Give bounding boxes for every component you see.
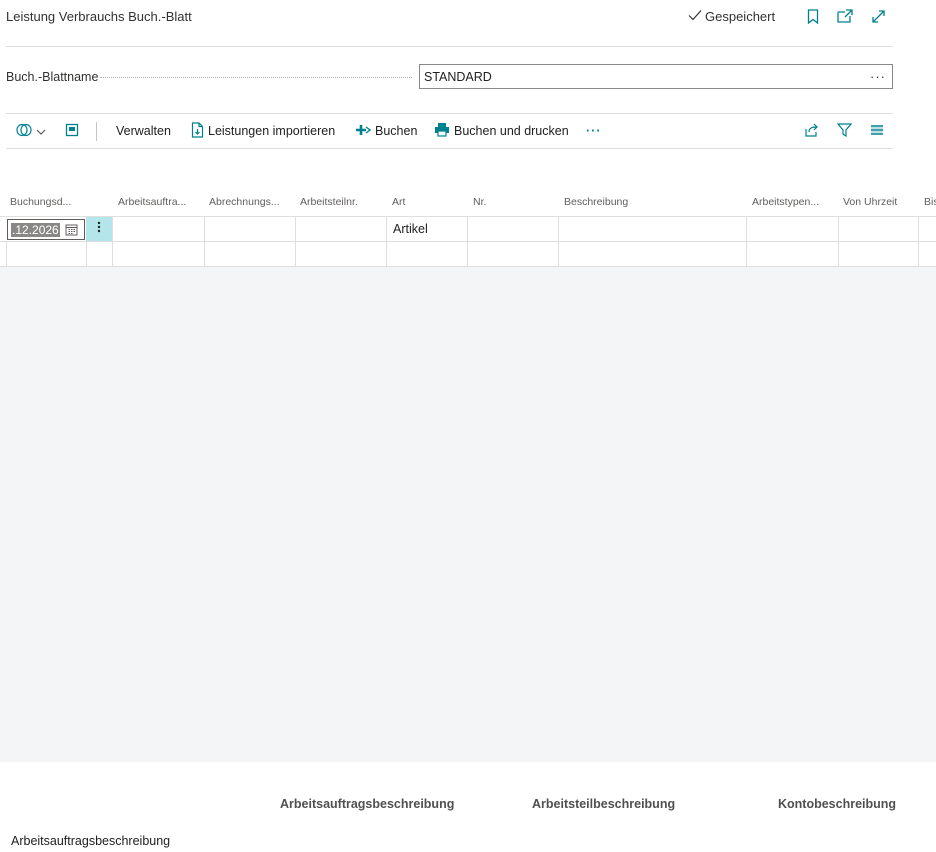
more-options-button[interactable]: ···: [586, 114, 602, 148]
more-options-icon: ···: [586, 124, 602, 138]
page-title: Leistung Verbrauchs Buch.-Blatt: [6, 9, 192, 24]
grid-header-row: Buchungsd... Arbeitsauftra... Abrechnung…: [0, 190, 936, 217]
description-cell[interactable]: [558, 217, 746, 241]
filter-button[interactable]: [836, 114, 853, 148]
footer-value-work-order-description: Arbeitsauftragsbeschreibung: [11, 834, 171, 848]
post-and-print-button[interactable]: Buchen und drucken: [434, 114, 569, 148]
toolbar-separator: [96, 122, 97, 141]
import-file-icon: [191, 121, 204, 141]
share-icon: [804, 123, 819, 140]
saved-status-label: Gespeichert: [705, 9, 776, 24]
work-part-no-cell[interactable]: [295, 242, 386, 266]
journal-lines-grid: Buchungsd... Arbeitsauftra... Abrechnung…: [0, 190, 936, 267]
journal-batch-field-row: Buch.-Blattname STANDARD ···: [6, 64, 893, 90]
field-leader-dots: [100, 77, 412, 78]
checkmark-icon: [688, 9, 702, 24]
no-cell[interactable]: [467, 242, 558, 266]
column-header-posting-date[interactable]: Buchungsd...: [10, 196, 94, 208]
post-icon: [355, 124, 372, 139]
page-header: Leistung Verbrauchs Buch.-Blatt Gespeich…: [0, 0, 936, 46]
work-type-cell[interactable]: [746, 242, 838, 266]
bookmark-icon[interactable]: [804, 7, 822, 25]
billing-cell[interactable]: [204, 242, 295, 266]
from-time-cell[interactable]: [838, 217, 918, 241]
column-header-from-time[interactable]: Von Uhrzeit: [843, 196, 918, 208]
post-label: Buchen: [375, 124, 418, 138]
work-order-cell[interactable]: [112, 242, 204, 266]
manage-menu-button[interactable]: Verwalten: [116, 114, 171, 148]
edit-in-list-button[interactable]: [65, 114, 79, 148]
row-handle-cell[interactable]: [86, 242, 112, 266]
description-cell[interactable]: [558, 242, 746, 266]
printer-icon: [434, 122, 450, 140]
post-and-print-label: Buchen und drucken: [454, 124, 569, 138]
type-cell[interactable]: [386, 242, 467, 266]
from-time-cell[interactable]: [838, 242, 918, 266]
copilot-icon: [16, 123, 32, 140]
vertical-ellipsis-icon: [97, 220, 101, 238]
column-header-work-order[interactable]: Arbeitsauftra...: [118, 196, 202, 208]
posting-date-value: .12.2026: [11, 223, 60, 237]
table-row[interactable]: .12.2026 Artikel: [0, 217, 936, 242]
work-part-no-cell[interactable]: [295, 217, 386, 241]
import-services-button[interactable]: Leistungen importieren: [191, 114, 335, 148]
column-header-billing[interactable]: Abrechnungs...: [209, 196, 293, 208]
to-time-cell[interactable]: [918, 217, 936, 241]
footer-label-account-description: Kontobeschreibung: [778, 797, 897, 811]
lookup-more-icon[interactable]: ···: [870, 69, 886, 84]
posting-date-input[interactable]: .12.2026: [7, 219, 85, 240]
footer-label-work-order-description: Arbeitsauftragsbeschreibung: [280, 797, 455, 811]
header-divider: [6, 46, 893, 47]
table-edit-icon: [65, 123, 79, 140]
no-cell[interactable]: [467, 217, 558, 241]
empty-grid-area: [0, 267, 936, 762]
to-time-cell[interactable]: [918, 242, 936, 266]
journal-batch-value: STANDARD: [424, 70, 492, 84]
open-in-new-window-icon[interactable]: [836, 7, 854, 25]
share-button[interactable]: [804, 114, 819, 148]
import-services-label: Leistungen importieren: [208, 124, 336, 138]
column-header-to-time[interactable]: Bis: [924, 196, 936, 208]
chevron-down-icon: [36, 124, 46, 138]
calendar-icon[interactable]: [65, 223, 78, 241]
column-header-work-type[interactable]: Arbeitstypen...: [752, 196, 836, 208]
column-header-type[interactable]: Art: [392, 196, 462, 208]
saved-status: Gespeichert: [688, 9, 775, 24]
manage-label: Verwalten: [116, 124, 171, 138]
toolbar-bottom-divider: [6, 148, 893, 149]
column-header-description[interactable]: Beschreibung: [564, 196, 744, 208]
row-actions-button[interactable]: [86, 217, 112, 241]
list-view-button[interactable]: [870, 114, 884, 148]
list-icon: [870, 124, 884, 139]
post-button[interactable]: Buchen: [355, 114, 417, 148]
posting-date-cell[interactable]: [6, 242, 86, 266]
footer-label-work-part-description: Arbeitsteilbeschreibung: [532, 797, 676, 811]
journal-batch-input[interactable]: STANDARD ···: [419, 64, 893, 89]
journal-batch-label: Buch.-Blattname: [6, 70, 99, 84]
work-type-cell[interactable]: [746, 217, 838, 241]
type-cell[interactable]: Artikel: [386, 217, 467, 241]
action-bar: Verwalten Leistungen importieren Buchen …: [6, 114, 893, 148]
column-header-work-part-no[interactable]: Arbeitsteilnr.: [300, 196, 384, 208]
billing-cell[interactable]: [204, 217, 295, 241]
copilot-dropdown-button[interactable]: [16, 114, 46, 148]
column-header-no[interactable]: Nr.: [473, 196, 553, 208]
table-row[interactable]: [0, 242, 936, 267]
filter-icon: [836, 122, 853, 140]
expand-icon[interactable]: [869, 7, 887, 25]
work-order-cell[interactable]: [112, 217, 204, 241]
